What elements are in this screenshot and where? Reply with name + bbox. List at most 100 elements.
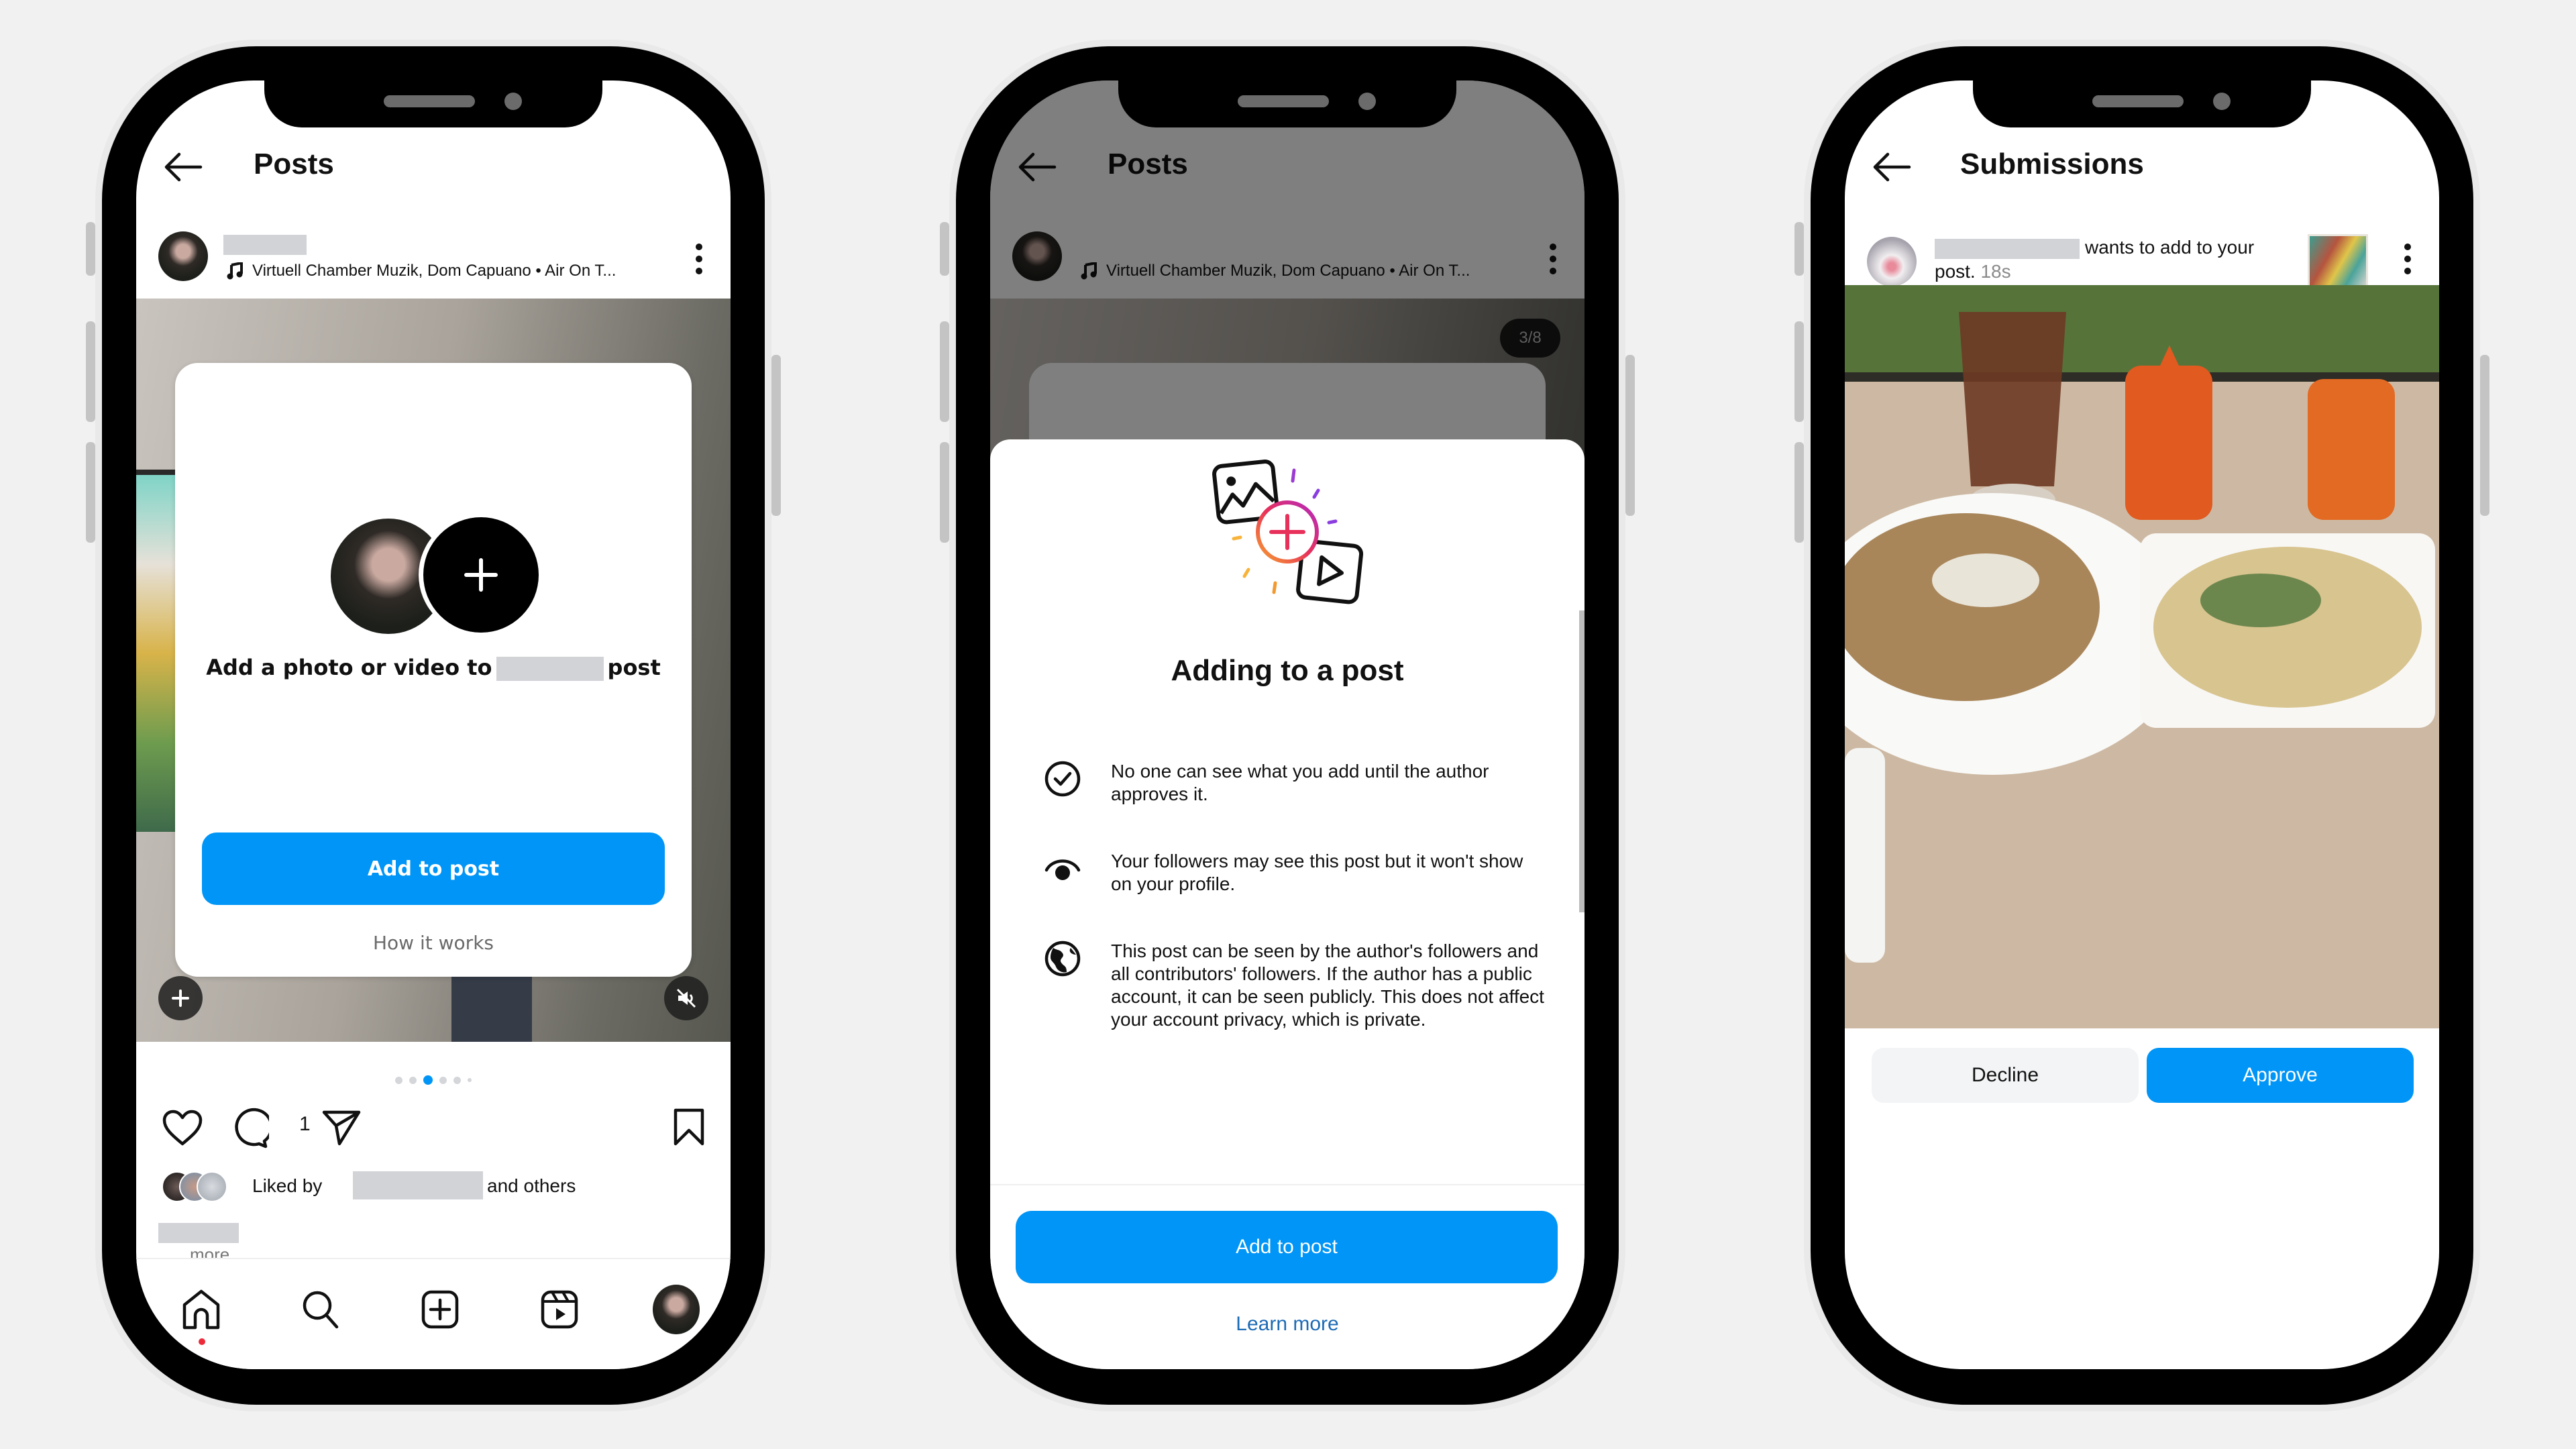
- create-icon: [421, 1290, 459, 1329]
- nav-profile[interactable]: [653, 1285, 700, 1334]
- how-it-works-link[interactable]: How it works: [175, 932, 692, 954]
- more-link[interactable]: more: [190, 1244, 229, 1259]
- notch: [1973, 80, 2311, 127]
- side-button: [2480, 355, 2489, 516]
- kebab-vertical-icon[interactable]: [2404, 244, 2412, 280]
- author-avatar[interactable]: [158, 231, 208, 281]
- divider: [990, 1184, 1585, 1185]
- carousel-dot: [453, 1076, 461, 1084]
- liker-avatars: [162, 1171, 242, 1202]
- side-button: [940, 321, 949, 422]
- username-redacted[interactable]: [223, 235, 307, 255]
- notification-dot: [199, 1338, 205, 1345]
- page-title: Posts: [254, 148, 334, 180]
- send-icon[interactable]: [321, 1109, 362, 1146]
- nav-reels[interactable]: [536, 1286, 583, 1333]
- submission-text: wants to add to your post. 18s: [1935, 235, 2297, 284]
- side-button: [86, 442, 95, 543]
- approve-button[interactable]: Approve: [2147, 1048, 2414, 1103]
- submitter-avatar[interactable]: [1867, 237, 1917, 286]
- carousel-dot-active: [423, 1075, 433, 1085]
- submitter-name-redacted: [1935, 238, 2080, 259]
- carousel-dot: [468, 1078, 472, 1082]
- reels-icon: [541, 1290, 578, 1329]
- phone-frame-2: Posts Virtuell Chamber Muzik, Dom Capuan…: [940, 46, 1635, 1405]
- side-button: [940, 222, 949, 276]
- search-icon: [303, 1291, 339, 1329]
- screen: Submissions wants to add to your post. 1…: [1845, 80, 2439, 1369]
- comment-icon[interactable]: [229, 1108, 269, 1149]
- painting-image: [136, 470, 180, 832]
- phone-frame-1: Posts Virtuell Chamber Muzik, Dom Capuan…: [86, 46, 781, 1405]
- decline-button[interactable]: Decline: [1872, 1048, 2139, 1103]
- side-button: [1625, 355, 1635, 516]
- carousel-dot: [409, 1076, 417, 1084]
- arrow-left-icon[interactable]: [1872, 150, 1912, 184]
- sheet-title: Adding to a post: [1171, 654, 1404, 687]
- post-header: Virtuell Chamber Muzik, Dom Capuano • Ai…: [136, 211, 731, 305]
- post-media: Add a photo or video to post Add to post …: [136, 299, 731, 1042]
- author-name-redacted: [496, 657, 604, 681]
- person-image: [451, 975, 532, 1042]
- info-text: This post can be seen by the author's fo…: [1111, 941, 1544, 1030]
- learn-more-link[interactable]: Learn more: [990, 1313, 1585, 1336]
- bookmark-icon[interactable]: [673, 1108, 705, 1146]
- music-note-icon: [227, 262, 243, 280]
- top-bar: Submissions: [1845, 131, 2439, 205]
- speaker-muted-icon: [676, 988, 696, 1008]
- submitted-photo: [1845, 285, 2439, 1028]
- bottom-nav: [136, 1258, 731, 1369]
- liked-by-row[interactable]: Liked by and others: [162, 1167, 705, 1208]
- food-photo-illustration: [1845, 285, 2439, 1028]
- side-button: [940, 442, 949, 543]
- side-button: [1794, 442, 1804, 543]
- screen: Posts Virtuell Chamber Muzik, Dom Capuan…: [136, 80, 731, 1369]
- caption-redacted: [158, 1223, 239, 1243]
- submission-time: 18s: [1980, 261, 2011, 282]
- add-media-illustration-icon: [1212, 460, 1364, 604]
- nav-home[interactable]: [178, 1286, 225, 1345]
- nav-create[interactable]: [417, 1286, 464, 1333]
- arrow-left-icon[interactable]: [163, 150, 203, 184]
- comment-count: 1: [299, 1113, 311, 1135]
- top-bar: Posts: [136, 131, 731, 205]
- post-thumbnail[interactable]: [2308, 234, 2368, 289]
- scrollbar[interactable]: [1579, 610, 1585, 912]
- side-button: [1794, 321, 1804, 422]
- decision-buttons: Decline Approve: [1872, 1048, 2414, 1103]
- nav-search[interactable]: [297, 1286, 344, 1333]
- and-others-label: and others: [487, 1175, 576, 1196]
- add-prompt: Add a photo or video to post: [175, 655, 692, 681]
- audio-info[interactable]: Virtuell Chamber Muzik, Dom Capuano • Ai…: [227, 262, 616, 280]
- carousel-dots: [136, 1075, 731, 1085]
- add-collab-button[interactable]: [158, 976, 203, 1020]
- add-to-post-button[interactable]: Add to post: [202, 833, 665, 905]
- heart-icon[interactable]: [162, 1109, 203, 1146]
- add-media-button[interactable]: [423, 517, 539, 633]
- side-button: [771, 355, 781, 516]
- plus-icon: [172, 989, 189, 1007]
- side-button: [1794, 222, 1804, 276]
- side-button: [86, 222, 95, 276]
- audio-label: Virtuell Chamber Muzik, Dom Capuano • Ai…: [252, 262, 616, 280]
- carousel-dot: [395, 1076, 402, 1084]
- plus-icon: [464, 558, 498, 592]
- phone-frame-3: Submissions wants to add to your post. 1…: [1794, 46, 2489, 1405]
- kebab-vertical-icon[interactable]: [696, 244, 704, 280]
- notch: [264, 80, 602, 127]
- prompt-text: Add a photo or video to: [206, 655, 492, 680]
- liker-name-redacted: [353, 1171, 483, 1199]
- profile-avatar: [653, 1285, 700, 1334]
- mute-button[interactable]: [664, 976, 708, 1020]
- notch: [1118, 80, 1456, 127]
- page-title: Submissions: [1960, 148, 2144, 180]
- post-actions: 1: [162, 1104, 705, 1150]
- add-to-post-card: Add a photo or video to post Add to post …: [175, 363, 692, 977]
- prompt-text-end: post: [607, 655, 661, 680]
- globe-icon: [1044, 941, 1081, 977]
- add-to-post-button[interactable]: Add to post: [1016, 1211, 1558, 1283]
- carousel-dot: [439, 1076, 447, 1084]
- info-text: No one can see what you add until the au…: [1111, 761, 1489, 804]
- check-circle-icon: [1044, 761, 1081, 797]
- side-button: [86, 321, 95, 422]
